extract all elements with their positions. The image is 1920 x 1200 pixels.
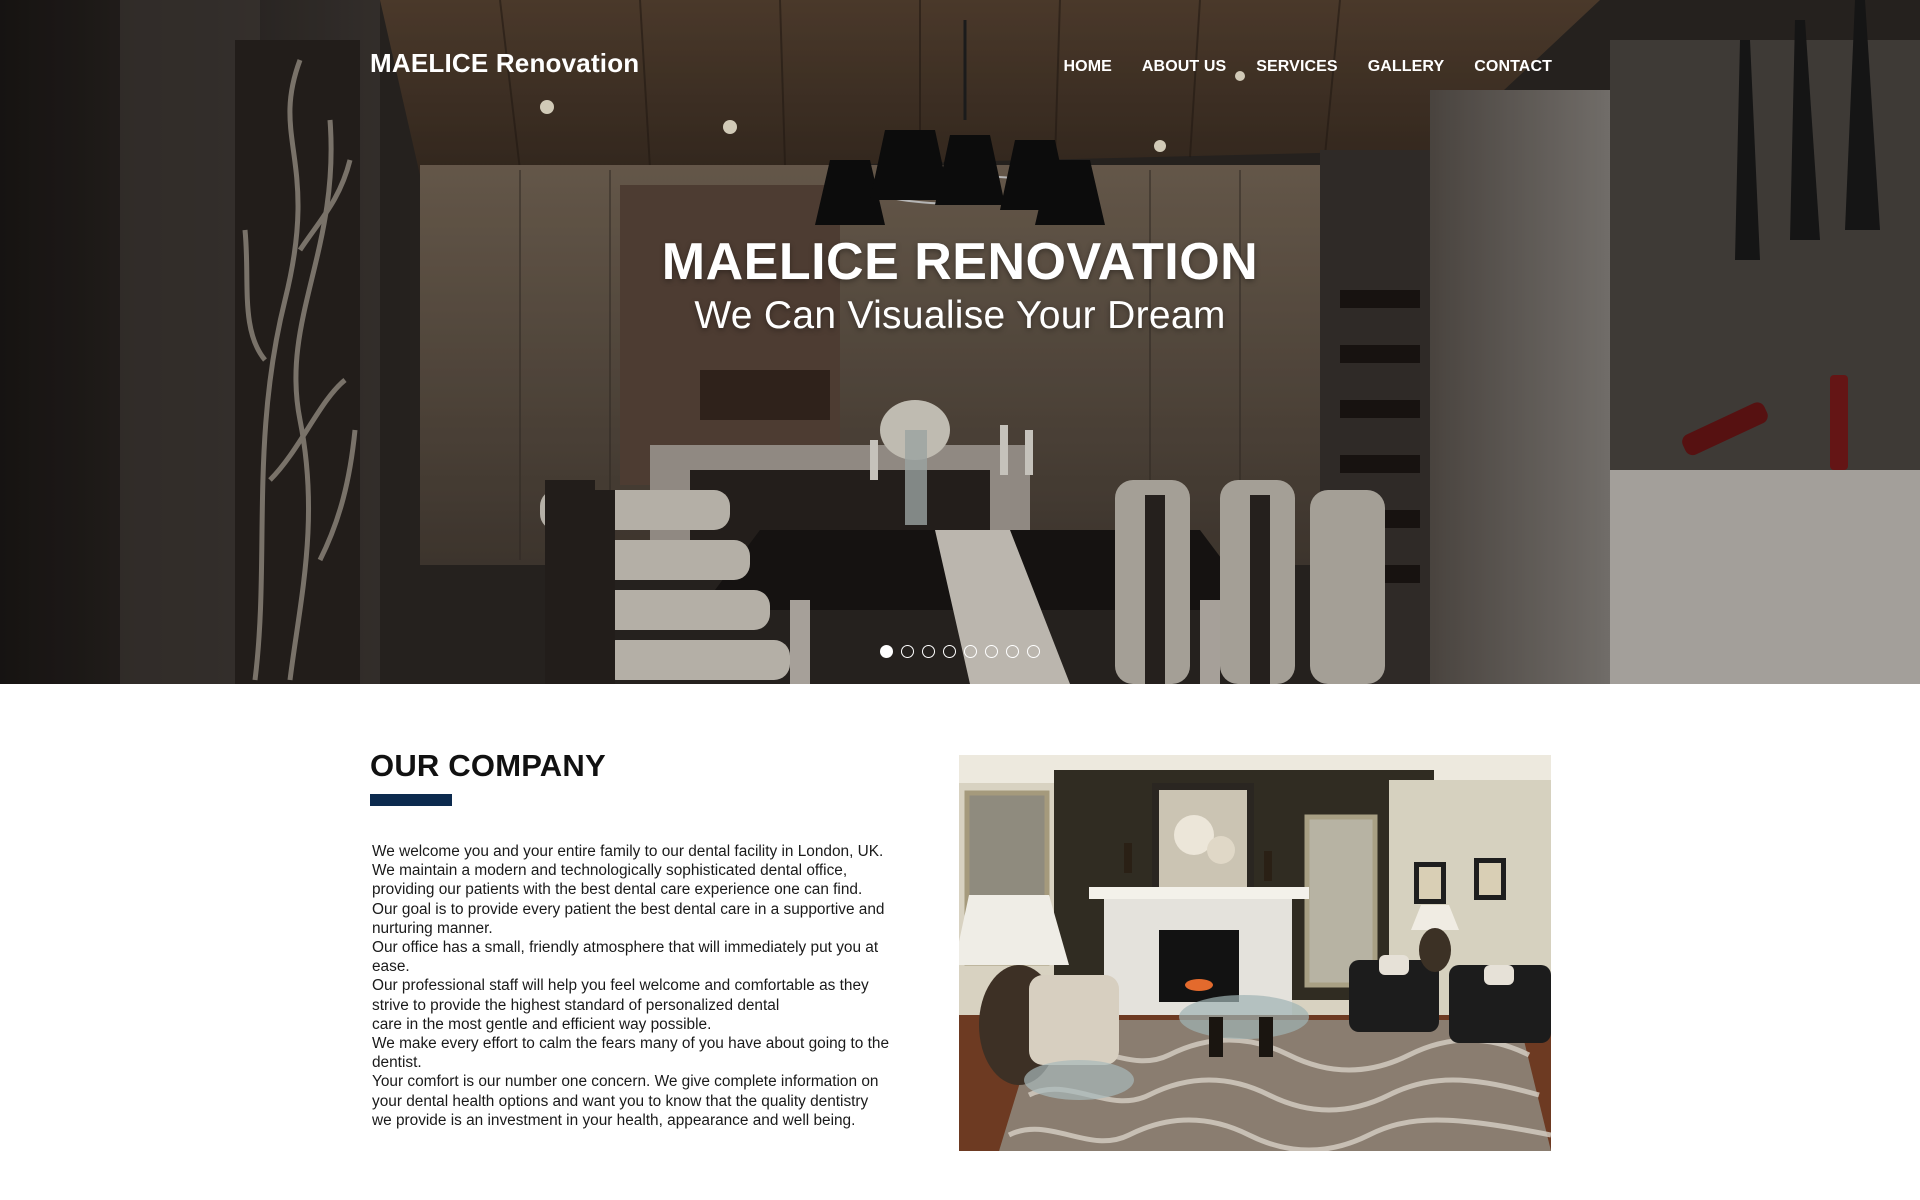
- text-line: Our goal is to provide every patient the…: [372, 900, 885, 918]
- living-room-image: [959, 755, 1551, 1151]
- slider-dot[interactable]: [964, 645, 977, 658]
- text-line: providing our patients with the best den…: [372, 881, 863, 899]
- text-line: dentist.: [372, 1054, 422, 1072]
- slider-dot[interactable]: [880, 645, 893, 658]
- slider-pagination: [880, 645, 1040, 658]
- living-room-photo: [959, 755, 1551, 1151]
- slider-dot[interactable]: [922, 645, 935, 658]
- text-line: your dental health options and want you …: [372, 1092, 869, 1110]
- nav-services[interactable]: SERVICES: [1256, 58, 1337, 76]
- text-line: Our office has a small, friendly atmosph…: [372, 939, 879, 957]
- title-accent-bar: [370, 794, 452, 806]
- hero-title: MAELICE RENOVATION: [661, 233, 1259, 291]
- nav-about-us[interactable]: ABOUT US: [1142, 58, 1226, 76]
- slider-dot[interactable]: [901, 645, 914, 658]
- nav-home[interactable]: HOME: [1064, 58, 1112, 76]
- section-title: OUR COMPANY: [370, 748, 606, 783]
- text-line: ease.: [372, 958, 410, 976]
- slider-dot[interactable]: [1027, 645, 1040, 658]
- slider-dot[interactable]: [943, 645, 956, 658]
- text-line: Our professional staff will help you fee…: [372, 977, 869, 995]
- text-line: We welcome you and your entire family to…: [372, 843, 884, 860]
- hero-subtitle: We Can Visualise Your Dream: [694, 294, 1226, 337]
- hero-overlay: [0, 0, 1920, 684]
- text-line: We maintain a modern and technologically…: [372, 862, 848, 880]
- main-nav: HOME ABOUT US SERVICES GALLERY CONTACT: [1034, 58, 1553, 76]
- text-line: Your comfort is our number one concern. …: [372, 1073, 879, 1091]
- text-line: nurturing manner.: [372, 919, 493, 937]
- company-description: We welcome you and your entire family to…: [372, 842, 932, 1130]
- nav-gallery[interactable]: GALLERY: [1368, 58, 1445, 76]
- slider-dot[interactable]: [985, 645, 998, 658]
- text-line: strive to provide the highest standard o…: [372, 996, 780, 1014]
- text-line: We make every effort to calm the fears m…: [372, 1035, 890, 1053]
- text-line: care in the most gentle and efficient wa…: [372, 1015, 712, 1033]
- slider-dot[interactable]: [1006, 645, 1019, 658]
- brand-logo[interactable]: MAELICE Renovation: [370, 48, 639, 79]
- nav-contact[interactable]: CONTACT: [1474, 58, 1552, 76]
- text-line: we provide is an investment in your heal…: [372, 1111, 856, 1129]
- hero-slider: MAELICE Renovation HOME ABOUT US SERVICE…: [0, 0, 1920, 684]
